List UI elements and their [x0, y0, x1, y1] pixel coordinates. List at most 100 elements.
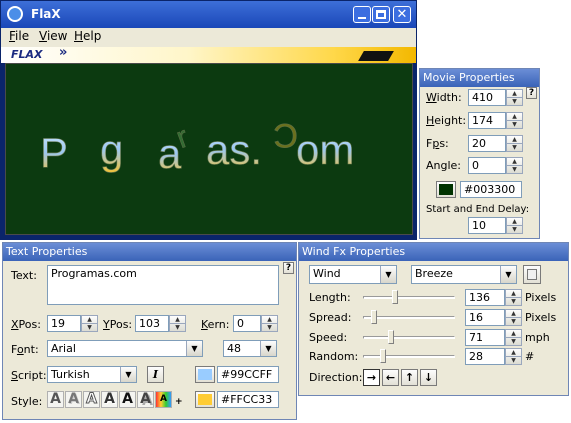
spin-up-icon[interactable]: ▲ [506, 330, 521, 338]
maximize-button[interactable] [372, 6, 390, 23]
spin-down-icon[interactable]: ▼ [170, 324, 185, 332]
chevron-down-icon[interactable]: ▼ [120, 367, 136, 382]
spin-up-icon[interactable]: ▲ [170, 316, 185, 324]
spin-up-icon[interactable]: ▲ [507, 136, 522, 144]
kern-field[interactable]: 0 [233, 315, 261, 332]
movie-color-field[interactable]: #003300 [460, 181, 522, 198]
spin-down-icon[interactable]: ▼ [507, 144, 522, 152]
spin-down-icon[interactable]: ▼ [262, 324, 277, 332]
spin-up-icon[interactable]: ▲ [262, 316, 277, 324]
spin-up-icon[interactable]: ▲ [507, 158, 522, 166]
preset-select[interactable]: Breeze ▼ [411, 265, 517, 284]
speed-spinner[interactable]: ▲ ▼ [505, 329, 522, 346]
spin-up-icon[interactable]: ▲ [506, 290, 521, 298]
xpos-field[interactable]: 19 [47, 315, 81, 332]
style-bold-button[interactable]: A [119, 391, 136, 408]
height-spinner[interactable]: ▲ ▼ [506, 112, 523, 129]
menu-help[interactable]: Help [74, 30, 101, 43]
spin-down-icon[interactable]: ▼ [506, 298, 521, 306]
kern-spinner[interactable]: ▲ ▼ [261, 315, 278, 332]
length-spinner[interactable]: ▲ ▼ [505, 289, 522, 306]
direction-right-button[interactable]: → [363, 369, 380, 386]
style-shadow-button[interactable]: A [65, 391, 82, 408]
effect-select[interactable]: Wind ▼ [309, 265, 397, 284]
style-3d-button[interactable]: A [137, 391, 154, 408]
angle-field[interactable]: 0 [468, 157, 506, 174]
random-slider-thumb[interactable] [380, 349, 386, 363]
text-color1-button[interactable] [195, 366, 215, 383]
preset-action-button[interactable] [523, 265, 541, 284]
random-spinner[interactable]: ▲ ▼ [505, 348, 522, 365]
spin-up-icon[interactable]: ▲ [507, 218, 522, 226]
spin-down-icon[interactable]: ▼ [507, 226, 522, 234]
spread-field[interactable]: 16 [465, 309, 505, 326]
spin-up-icon[interactable]: ▲ [506, 349, 521, 357]
speed-slider[interactable] [363, 336, 455, 339]
main-titlebar[interactable]: FlaX ✕ [1, 1, 416, 28]
spin-down-icon[interactable]: ▼ [507, 121, 522, 129]
stage[interactable]: P g a as. om r C [5, 63, 413, 235]
ypos-spinner[interactable]: ▲ ▼ [169, 315, 186, 332]
delay-field[interactable]: 10 [468, 217, 506, 234]
style-add-button[interactable]: + [175, 396, 183, 409]
spin-down-icon[interactable]: ▼ [506, 318, 521, 326]
text-color1-field[interactable]: #99CCFF [217, 366, 279, 383]
movie-help-button[interactable]: ? [526, 87, 537, 99]
delay-spinner[interactable]: ▲ ▼ [506, 217, 523, 234]
chevron-down-icon[interactable]: ▼ [260, 341, 276, 356]
fps-spinner[interactable]: ▲ ▼ [506, 135, 523, 152]
italic-button[interactable]: I [147, 366, 164, 383]
style-plain-button[interactable]: A [47, 391, 64, 408]
length-field[interactable]: 136 [465, 289, 505, 306]
length-slider[interactable] [363, 296, 455, 299]
xpos-spinner[interactable]: ▲ ▼ [81, 315, 98, 332]
movie-properties-titlebar[interactable]: Movie Properties [420, 69, 539, 87]
angle-spinner[interactable]: ▲ ▼ [506, 157, 523, 174]
menu-file[interactable]: File [9, 30, 29, 43]
menu-view[interactable]: View [39, 30, 67, 43]
spin-down-icon[interactable]: ▼ [507, 98, 522, 106]
text-properties-panel: Text Properties ? Text: Programas.com XP… [2, 242, 297, 420]
style-emboss-button[interactable]: A [101, 391, 118, 408]
chevron-down-icon[interactable]: ▼ [500, 266, 516, 283]
spin-up-icon[interactable]: ▲ [506, 310, 521, 318]
spin-down-icon[interactable]: ▼ [82, 324, 97, 332]
text-properties-titlebar[interactable]: Text Properties [3, 243, 296, 261]
chevron-down-icon[interactable]: ▼ [186, 341, 202, 356]
script-select[interactable]: Turkish ▼ [47, 366, 137, 383]
style-color-button[interactable]: A [155, 391, 172, 408]
direction-down-button[interactable]: ↓ [420, 369, 437, 386]
style-outline-button[interactable]: A [83, 391, 100, 408]
spin-up-icon[interactable]: ▲ [507, 113, 522, 121]
speed-slider-thumb[interactable] [388, 330, 394, 344]
text-help-button[interactable]: ? [283, 262, 294, 274]
spin-up-icon[interactable]: ▲ [82, 316, 97, 324]
random-slider[interactable] [363, 355, 455, 358]
spin-down-icon[interactable]: ▼ [507, 166, 522, 174]
font-select[interactable]: Arial ▼ [47, 340, 203, 357]
spread-slider-thumb[interactable] [371, 310, 377, 324]
fps-field[interactable]: 20 [468, 135, 506, 152]
spin-up-icon[interactable]: ▲ [507, 90, 522, 98]
spin-down-icon[interactable]: ▼ [506, 338, 521, 346]
height-field[interactable]: 174 [468, 112, 506, 129]
text-input[interactable]: Programas.com [47, 265, 279, 305]
ypos-field[interactable]: 103 [135, 315, 169, 332]
minimize-button[interactable] [353, 6, 371, 23]
length-slider-thumb[interactable] [392, 290, 398, 304]
width-spinner[interactable]: ▲ ▼ [506, 89, 523, 106]
width-field[interactable]: 410 [468, 89, 506, 106]
direction-up-button[interactable]: ↑ [401, 369, 418, 386]
direction-left-button[interactable]: ← [382, 369, 399, 386]
text-color2-field[interactable]: #FFCC33 [217, 391, 279, 408]
spread-spinner[interactable]: ▲ ▼ [505, 309, 522, 326]
wind-fx-titlebar[interactable]: Wind Fx Properties [299, 243, 568, 261]
text-color2-button[interactable] [195, 391, 215, 408]
spin-down-icon[interactable]: ▼ [506, 357, 521, 365]
speed-field[interactable]: 71 [465, 329, 505, 346]
close-button[interactable]: ✕ [393, 6, 411, 23]
chevron-down-icon[interactable]: ▼ [380, 266, 396, 283]
movie-color-button[interactable] [436, 181, 456, 198]
size-select[interactable]: 48 ▼ [223, 340, 277, 357]
random-field[interactable]: 28 [465, 348, 505, 365]
